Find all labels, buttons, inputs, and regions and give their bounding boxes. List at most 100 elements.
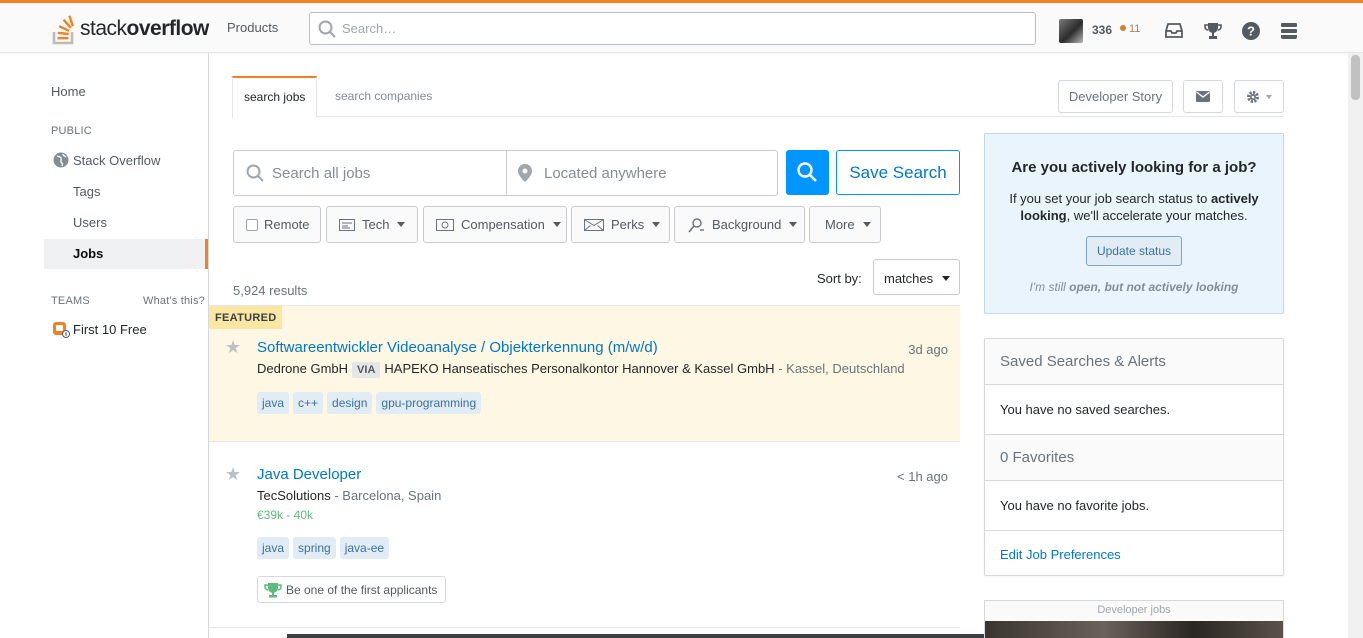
sidebar-section-teams: TEAMS [51, 295, 90, 307]
sort-select-value: matches [884, 271, 934, 286]
job-tag[interactable]: design [327, 392, 373, 414]
filter-perks-label: Perks [611, 217, 645, 232]
job-listing[interactable]: FEATURED ★ Softwareentwickler Videoanaly… [209, 305, 960, 442]
sidebar-item-tags[interactable]: Tags [73, 184, 100, 199]
no-saved-searches-text: You have no saved searches. [1000, 402, 1171, 417]
chevron-down-icon [942, 276, 950, 281]
chevron-down-icon [789, 222, 798, 227]
inbox-icon[interactable] [1164, 21, 1184, 41]
page-scrollbar[interactable] [1348, 53, 1363, 638]
gear-icon [1247, 90, 1259, 103]
filter-compensation-label: Compensation [461, 217, 545, 232]
filter-compensation[interactable]: Compensation [423, 206, 567, 243]
developer-story-button[interactable]: Developer Story [1058, 80, 1173, 113]
sidebar-item-first-free-label: First 10 Free [73, 321, 147, 337]
job-search-status-text: If you set your job search status to act… [1009, 191, 1259, 223]
messages-button[interactable] [1183, 80, 1223, 113]
job-tag[interactable]: c++ [293, 392, 324, 414]
job-search-status-title: Are you actively looking for a job? [1011, 159, 1257, 176]
sidebar-item-stack-overflow-label: Stack Overflow [73, 152, 161, 168]
featured-badge: FEATURED [209, 306, 283, 329]
settings-button[interactable] [1234, 80, 1284, 113]
filter-tech-label: Tech [362, 217, 390, 232]
help-icon[interactable]: ? [1241, 21, 1261, 41]
first-applicants-badge: Be one of the first applicants [257, 576, 447, 603]
tab-search-companies[interactable]: search companies [324, 76, 443, 117]
via-badge: VIA [352, 362, 381, 378]
svg-text:?: ? [1247, 24, 1255, 39]
search-icon [318, 20, 336, 38]
job-tag[interactable]: java [257, 537, 290, 559]
chevron-down-icon [652, 222, 661, 227]
company-name[interactable]: Dedrone GmbH [257, 361, 348, 376]
job-listing[interactable]: ★ Java Developer < 1h ago TecSolutions -… [209, 442, 960, 628]
sidebar-item-jobs[interactable]: Jobs [44, 239, 208, 269]
filter-remote[interactable]: Remote [233, 206, 321, 243]
job-tag[interactable]: gpu-programming [376, 392, 482, 414]
update-status-button[interactable]: Update status [1085, 236, 1183, 266]
site-search[interactable] [309, 12, 1036, 45]
company-name[interactable]: TecSolutions [257, 488, 331, 503]
sidebar-section-public: PUBLIC [51, 125, 92, 137]
search-icon [797, 162, 817, 182]
sidebar-item-stack-overflow[interactable]: Stack Overflow [53, 152, 160, 168]
job-location: - Kassel, Deutschland [778, 361, 905, 376]
site-switcher-icon[interactable] [1279, 21, 1299, 41]
stack-logo-icon [52, 15, 74, 45]
no-favorites-text: You have no favorite jobs. [1000, 498, 1150, 513]
teams-briefcase-icon [53, 322, 70, 338]
logo-text: stackoverflow [80, 17, 209, 40]
still-open-link[interactable]: I'm still open, but not actively looking [985, 280, 1283, 294]
edit-job-preferences-link[interactable]: Edit Job Preferences [1000, 547, 1121, 562]
globe-icon [53, 152, 69, 168]
job-tag[interactable]: java-ee [339, 537, 390, 559]
remote-checkbox[interactable] [246, 218, 258, 231]
favorite-star-icon[interactable]: ★ [225, 464, 241, 485]
filter-remote-label: Remote [264, 217, 310, 232]
filter-more-label: More [825, 217, 855, 232]
perks-icon [584, 218, 604, 231]
stackoverflow-logo[interactable]: stackoverflow [51, 12, 209, 46]
job-location-input[interactable]: Located anywhere [544, 165, 667, 182]
site-search-input[interactable] [342, 13, 1022, 44]
search-divider [506, 151, 507, 195]
scrollbar-thumb[interactable] [1351, 55, 1360, 100]
job-title-link[interactable]: Softwareentwickler Videoanalyse / Objekt… [257, 339, 658, 356]
job-search-form: Search all jobs Located anywhere [233, 150, 778, 196]
search-icon [246, 164, 264, 182]
job-salary: €39k - 40k [257, 508, 314, 522]
left-sidebar: Home PUBLIC Stack Overflow Tags Users Jo… [0, 53, 209, 638]
teams-whats-this-link[interactable]: What's this? [143, 295, 205, 307]
saved-searches-panel: Saved Searches & Alerts You have no save… [984, 338, 1284, 576]
job-keyword-input[interactable]: Search all jobs [272, 165, 370, 182]
user-avatar[interactable] [1059, 19, 1083, 43]
job-tag[interactable]: java [257, 392, 290, 414]
job-title-link[interactable]: Java Developer [257, 466, 361, 483]
job-tags: java c++ design gpu-programming [257, 392, 482, 414]
sidebar-item-home[interactable]: Home [51, 84, 86, 99]
sort-select[interactable]: matches [873, 259, 960, 295]
chevron-down-icon [552, 222, 561, 227]
filter-tech[interactable]: Tech [326, 206, 418, 243]
products-menu[interactable]: Products [218, 14, 287, 41]
developer-jobs-image [985, 621, 1283, 638]
filter-perks[interactable]: Perks [571, 206, 670, 243]
envelope-icon [1196, 91, 1210, 102]
location-pin-icon [518, 164, 532, 182]
developer-jobs-ad[interactable]: Developer jobs [984, 600, 1284, 638]
save-search-button[interactable]: Save Search [836, 150, 960, 195]
filter-more[interactable]: More [809, 206, 881, 243]
reputation-count: 336 [1092, 23, 1113, 37]
agency-name[interactable]: HAPEKO Hanseatisches Personalkontor Hann… [384, 361, 774, 376]
saved-searches-header: Saved Searches & Alerts [985, 339, 1283, 385]
bottom-notice-bar [287, 634, 984, 638]
filter-background[interactable]: Background [674, 206, 805, 243]
job-tag[interactable]: spring [293, 537, 336, 559]
achievements-icon[interactable] [1203, 21, 1223, 41]
tab-search-jobs[interactable]: search jobs [232, 76, 318, 118]
job-search-button[interactable] [786, 150, 829, 195]
sidebar-item-users[interactable]: Users [73, 215, 107, 230]
sidebar-item-first-free[interactable]: First 10 Free [52, 320, 147, 338]
job-posted-age: < 1h ago [897, 469, 948, 484]
favorite-star-icon[interactable]: ★ [225, 337, 241, 358]
